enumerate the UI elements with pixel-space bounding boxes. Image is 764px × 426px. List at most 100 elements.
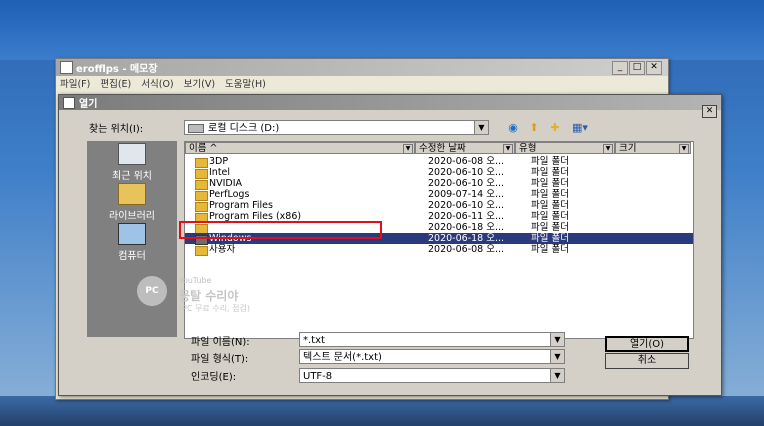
highlight-annotation xyxy=(179,221,382,239)
column-date-label: 수정한 날짜 xyxy=(419,143,466,154)
encoding-label: 인코딩(E): xyxy=(191,372,237,383)
filetype-value: 텍스트 문서(*.txt) xyxy=(303,352,382,363)
place-recent[interactable]: 최근 위치 xyxy=(87,143,177,182)
file-type: 파일 폴더 xyxy=(531,211,569,222)
filetype-label: 파일 형식(T): xyxy=(191,354,249,365)
look-in-value: 로컬 디스크 (D:) xyxy=(208,123,280,134)
up-folder-icon[interactable]: ⬆ xyxy=(526,121,542,135)
file-name: PerfLogs xyxy=(209,189,250,200)
dialog-titlebar: 열기 xyxy=(59,95,721,110)
new-folder-icon[interactable]: ✚ xyxy=(547,121,563,135)
filetype-select[interactable]: 텍스트 문서(*.txt) ▼ xyxy=(299,349,565,364)
chevron-down-icon[interactable]: ▼ xyxy=(550,369,564,382)
file-date: 2020-06-10 오... xyxy=(428,200,505,211)
place-libraries-label: 라이브러리 xyxy=(109,211,155,222)
dialog-close-button[interactable]: ✕ xyxy=(702,105,717,118)
table-row[interactable]: 사용자 2020-06-08 오... 파일 폴더 xyxy=(185,244,693,256)
close-button[interactable]: ✕ xyxy=(646,61,662,75)
place-libraries[interactable]: 라이브러리 xyxy=(87,183,177,222)
file-name: NVIDIA xyxy=(209,178,243,189)
notepad-title: erofflps - 메모장 xyxy=(76,64,158,75)
folder-icon xyxy=(195,246,208,256)
menu-help[interactable]: 도움말(H) xyxy=(225,76,266,90)
table-row[interactable]: Intel 2020-06-10 오... 파일 폴더 xyxy=(185,167,693,179)
look-in-combo[interactable]: 로컬 디스크 (D:) ▼ xyxy=(184,120,489,135)
column-header-date[interactable]: 수정한 날짜 ▼ xyxy=(415,142,515,154)
open-button[interactable]: 열기(O) xyxy=(605,336,689,352)
file-date: 2020-06-11 오... xyxy=(428,211,505,222)
menu-view[interactable]: 보기(V) xyxy=(184,76,215,90)
menu-file[interactable]: 파일(F) xyxy=(60,76,90,90)
desktop-wallpaper xyxy=(0,0,764,60)
filename-value: *.txt xyxy=(303,335,325,346)
drive-icon xyxy=(188,123,204,133)
file-date: 2020-06-08 오... xyxy=(428,244,505,255)
maximize-button[interactable]: □ xyxy=(629,61,645,75)
file-date: 2009-07-14 오... xyxy=(428,189,505,200)
file-type: 파일 폴더 xyxy=(531,156,569,167)
file-date: 2020-06-18 오... xyxy=(428,233,505,244)
channel-name: 뭉탈 수리야 xyxy=(179,289,239,303)
table-row[interactable]: 3DP 2020-06-08 오... 파일 폴더 xyxy=(185,156,693,168)
encoding-select[interactable]: UTF-8 ▼ xyxy=(299,368,565,383)
chevron-down-icon[interactable]: ▼ xyxy=(474,121,488,134)
cancel-button[interactable]: 취소 xyxy=(605,353,689,369)
column-name-label: 이름 xyxy=(189,143,207,154)
file-name: Intel xyxy=(209,167,231,178)
file-type: 파일 폴더 xyxy=(531,222,569,233)
file-name: 사용자 xyxy=(209,244,236,255)
channel-watermark: PC YouTube 뭉탈 수리야 (PC 무료 수리, 점검) xyxy=(137,276,267,316)
notepad-titlebar: erofflps - 메모장 xyxy=(56,59,668,76)
column-header-name[interactable]: 이름 ^ ▼ xyxy=(185,142,415,154)
channel-subtitle: (PC 무료 수리, 점검) xyxy=(179,304,250,313)
chevron-down-icon[interactable]: ▼ xyxy=(550,333,564,346)
file-date: 2020-06-08 오... xyxy=(428,156,505,167)
file-type: 파일 폴더 xyxy=(531,178,569,189)
file-name: Program Files xyxy=(209,200,273,211)
chevron-down-icon[interactable]: ▼ xyxy=(550,350,564,363)
place-computer-label: 컴퓨터 xyxy=(118,251,146,262)
notepad-icon xyxy=(60,61,73,74)
column-type-label: 유형 xyxy=(519,143,537,154)
column-dropdown-icon[interactable]: ▼ xyxy=(603,144,613,154)
file-type: 파일 폴더 xyxy=(531,233,569,244)
column-header-size[interactable]: 크기 ▼ xyxy=(615,142,691,154)
back-icon[interactable]: ◉ xyxy=(505,121,521,135)
look-in-label: 찾는 위치(I): xyxy=(89,124,144,135)
encoding-value: UTF-8 xyxy=(303,371,333,382)
notepad-menubar: 파일(F) 편집(E) 서식(O) 보기(V) 도움말(H) xyxy=(56,76,668,90)
file-date: 2020-06-10 오... xyxy=(428,178,505,189)
libraries-icon xyxy=(118,183,146,205)
minimize-button[interactable]: _ xyxy=(612,61,628,75)
place-computer[interactable]: 컴퓨터 xyxy=(87,223,177,262)
recent-places-icon xyxy=(118,143,146,165)
file-type: 파일 폴더 xyxy=(531,244,569,255)
youtube-label: YouTube xyxy=(179,276,212,285)
place-recent-label: 최근 위치 xyxy=(112,171,152,182)
table-row[interactable]: NVIDIA 2020-06-10 오... 파일 폴더 xyxy=(185,178,693,190)
column-header-type[interactable]: 유형 ▼ xyxy=(515,142,615,154)
filename-label: 파일 이름(N): xyxy=(191,337,250,348)
column-size-label: 크기 xyxy=(619,143,637,154)
table-row[interactable]: Program Files 2020-06-10 오... 파일 폴더 xyxy=(185,200,693,212)
file-type: 파일 폴더 xyxy=(531,167,569,178)
view-menu-icon[interactable]: ▦▾ xyxy=(569,121,591,135)
menu-edit[interactable]: 편집(E) xyxy=(100,76,131,90)
dialog-title: 열기 xyxy=(79,99,98,110)
dialog-icon xyxy=(63,96,75,109)
open-dialog: 열기 ✕ 찾는 위치(I): 로컬 디스크 (D:) ▼ ◉ ⬆ ✚ ▦▾ 최근… xyxy=(58,94,722,396)
column-dropdown-icon[interactable]: ▼ xyxy=(503,144,513,154)
file-type: 파일 폴더 xyxy=(531,200,569,211)
computer-icon xyxy=(118,223,146,245)
table-row[interactable]: PerfLogs 2009-07-14 오... 파일 폴더 xyxy=(185,189,693,201)
column-dropdown-icon[interactable]: ▼ xyxy=(679,144,689,154)
taskbar xyxy=(0,396,764,426)
menu-format[interactable]: 서식(O) xyxy=(141,76,173,90)
notepad-window-controls: _ □ ✕ xyxy=(612,61,662,75)
file-type: 파일 폴더 xyxy=(531,189,569,200)
file-name: 3DP xyxy=(209,156,229,167)
file-date: 2020-06-18 오... xyxy=(428,222,505,233)
channel-logo: PC xyxy=(137,276,167,306)
column-dropdown-icon[interactable]: ▼ xyxy=(403,144,413,154)
filename-input[interactable]: *.txt ▼ xyxy=(299,332,565,347)
